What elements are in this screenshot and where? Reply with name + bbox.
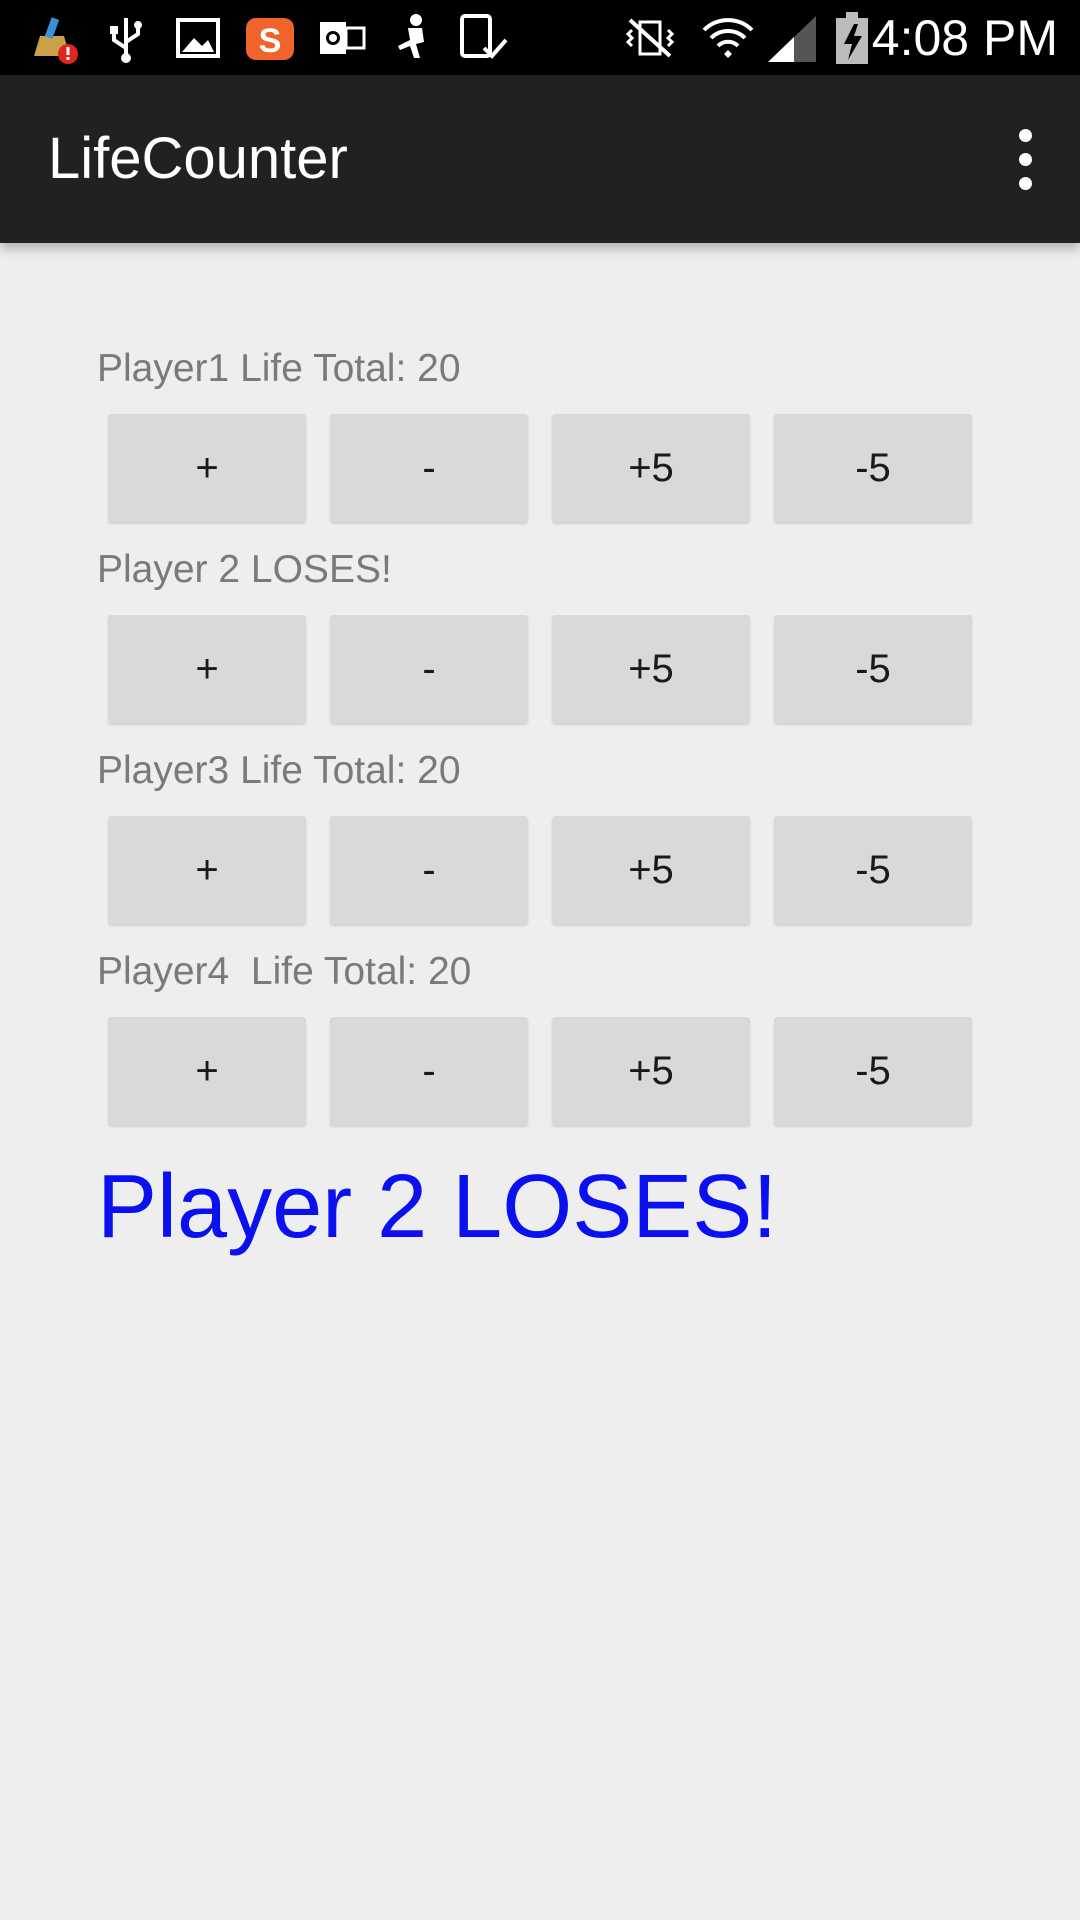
player3-plus-button[interactable]: +: [108, 816, 306, 924]
player2-plus-button[interactable]: +: [108, 615, 306, 723]
player4-plus-button[interactable]: +: [108, 1017, 306, 1125]
cleaner-alert-icon: [34, 17, 78, 64]
more-vertical-icon[interactable]: [996, 119, 1056, 199]
player1-plus5-button[interactable]: +5: [552, 414, 750, 522]
status-bar: S 4:08 PM: [0, 0, 1080, 75]
wifi-icon: [702, 18, 754, 58]
player2-minus5-button[interactable]: -5: [774, 615, 972, 723]
player2-life-label: Player 2 LOSES!: [97, 548, 392, 591]
signal-icon: [768, 16, 816, 62]
outlook-icon: [320, 22, 366, 54]
player4-minus-button[interactable]: -: [330, 1017, 528, 1125]
player3-button-row: + - +5 -5: [108, 816, 972, 924]
player4-button-row: + - +5 -5: [108, 1017, 972, 1125]
player1-button-row: + - +5 -5: [108, 414, 972, 522]
player1-life-label: Player1 Life Total: 20: [97, 347, 461, 390]
player4-life-label: Player4 Life Total: 20: [97, 950, 472, 993]
player3-life-label: Player3 Life Total: 20: [97, 749, 461, 792]
vibrate-mute-icon: [625, 18, 675, 58]
tablet-check-icon: [460, 14, 508, 59]
player2-button-row: + - +5 -5: [108, 615, 972, 723]
image-icon: [176, 18, 220, 58]
player1-minus-button[interactable]: -: [330, 414, 528, 522]
game-result-text: Player 2 LOSES!: [97, 1157, 778, 1257]
player1-plus-button[interactable]: +: [108, 414, 306, 522]
figure-icon: [398, 14, 424, 58]
usb-icon: [110, 18, 142, 63]
action-bar: LifeCounter: [0, 75, 1080, 243]
sogou-s-icon: S: [246, 18, 294, 60]
player3-minus-button[interactable]: -: [330, 816, 528, 924]
player2-minus-button[interactable]: -: [330, 615, 528, 723]
status-time: 4:08 PM: [871, 10, 1058, 66]
player4-plus5-button[interactable]: +5: [552, 1017, 750, 1125]
svg-text:S: S: [259, 22, 282, 60]
player1-minus5-button[interactable]: -5: [774, 414, 972, 522]
player3-plus5-button[interactable]: +5: [552, 816, 750, 924]
player3-minus5-button[interactable]: -5: [774, 816, 972, 924]
player4-minus5-button[interactable]: -5: [774, 1017, 972, 1125]
app-title: LifeCounter: [48, 126, 348, 191]
player2-plus5-button[interactable]: +5: [552, 615, 750, 723]
